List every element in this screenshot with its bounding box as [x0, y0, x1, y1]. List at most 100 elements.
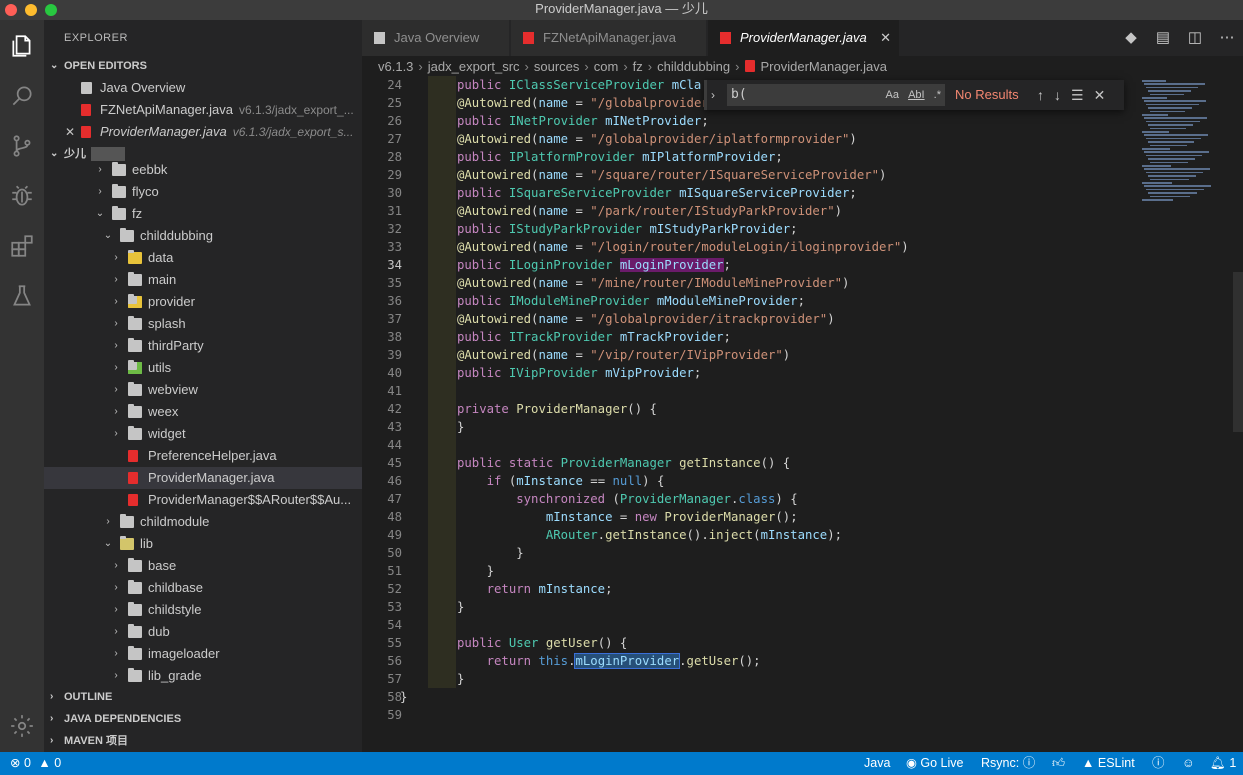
code-line: 50 }	[362, 544, 1132, 562]
search-icon[interactable]	[6, 80, 38, 112]
breadcrumb-segment[interactable]: fz	[633, 59, 643, 74]
folder-icon	[128, 668, 142, 682]
tree-file-item[interactable]: ProviderManager.java	[44, 467, 362, 489]
go-live-button[interactable]: ◉ Go Live	[906, 752, 964, 775]
indent-guide	[428, 670, 456, 688]
chevron-down-icon: ⌄	[103, 538, 113, 549]
regex-icon[interactable]: .*	[934, 89, 941, 101]
tree-folder-item[interactable]: ⌄ fz	[44, 203, 362, 225]
eslint-status[interactable]: ▲ ESLint	[1082, 752, 1135, 775]
tree-folder-item[interactable]: › widget	[44, 423, 362, 445]
tab-fznetapimanager[interactable]: FZNetApiManager.java	[511, 20, 707, 56]
open-preview-icon[interactable]: ▤	[1153, 28, 1173, 48]
tree-item-label: childmodule	[140, 514, 210, 529]
activity-bar	[0, 20, 44, 752]
minimap-line	[1144, 134, 1208, 136]
open-editor-label: Java Overview	[100, 80, 186, 95]
indent-guide	[428, 220, 456, 238]
notifications-button[interactable]: 🔔︎ 1	[1210, 752, 1236, 775]
chevron-right-icon: ›	[114, 296, 118, 307]
settings-gear-icon[interactable]	[6, 710, 38, 742]
line-number: 49	[387, 528, 402, 542]
problems-indicator[interactable]: ⊗ 0 ▲ 0	[10, 752, 61, 775]
test-flask-icon[interactable]	[6, 280, 38, 312]
tree-folder-item[interactable]: › flyco	[44, 181, 362, 203]
find-input[interactable]: b( Aa AbI .*	[727, 84, 945, 106]
tree-folder-item[interactable]: › base	[44, 555, 362, 577]
minimap-line	[1146, 171, 1203, 174]
tree-folder-item[interactable]: › dub	[44, 621, 362, 643]
breadcrumb-segment[interactable]: sources	[534, 59, 580, 74]
code-editor[interactable]: 24 public IClassServiceProvider mCla 25 @Au…	[362, 76, 1132, 752]
find-in-selection-icon[interactable]: ☰	[1071, 84, 1084, 106]
java-file-icon	[128, 450, 138, 462]
tree-folder-item[interactable]: › childmodule	[44, 511, 362, 533]
info-icon[interactable]: ⓘ	[1152, 752, 1165, 775]
maven-header[interactable]: › MAVEN 项目	[44, 730, 362, 752]
close-icon[interactable]: ✕	[880, 20, 891, 56]
tree-folder-item[interactable]: ⌄ lib	[44, 533, 362, 555]
smiley-icon[interactable]: ☺	[1182, 752, 1195, 775]
match-word-icon[interactable]: AbI	[908, 89, 925, 101]
outline-header[interactable]: › OUTLINE	[44, 686, 362, 708]
minimap[interactable]	[1134, 76, 1230, 206]
tree-folder-item[interactable]: › childstyle	[44, 599, 362, 621]
next-match-icon[interactable]: ↓	[1054, 84, 1061, 106]
language-mode[interactable]: Java	[864, 752, 890, 775]
tree-file-item[interactable]: PreferenceHelper.java	[44, 445, 362, 467]
maximize-window-button[interactable]	[45, 4, 57, 16]
open-editor-item[interactable]: FZNetApiManager.java v6.1.3/jadx_export_.…	[44, 99, 362, 121]
tree-folder-item[interactable]: › childbase	[44, 577, 362, 599]
tab-providermanager[interactable]: ProviderManager.java ✕	[708, 20, 900, 56]
indent-guide	[428, 346, 456, 364]
open-editor-item-active[interactable]: ✕ ProviderManager.java v6.1.3/jadx_export…	[44, 121, 362, 143]
line-number: 35	[387, 276, 402, 290]
breadcrumb-segment[interactable]: childdubbing	[657, 59, 730, 74]
tree-folder-item[interactable]: › utils	[44, 357, 362, 379]
feedback-icon[interactable]: 👍︎	[1052, 752, 1065, 775]
tree-folder-item[interactable]: › main	[44, 269, 362, 291]
breadcrumb-segment[interactable]: ProviderManager.java	[761, 59, 887, 74]
previous-match-icon[interactable]: ↑	[1037, 84, 1044, 106]
tab-java-overview[interactable]: Java Overview	[362, 20, 510, 56]
tree-file-item[interactable]: ProviderManager$$ARouter$$Au...	[44, 489, 362, 511]
window-title: ProviderManager.java — 少儿	[535, 1, 708, 16]
tree-folder-item[interactable]: › lib_grade	[44, 665, 362, 687]
indent-guide	[428, 94, 456, 112]
tree-folder-item[interactable]: › imageloader	[44, 643, 362, 665]
open-editor-item[interactable]: Java Overview	[44, 77, 362, 99]
extensions-icon[interactable]	[6, 230, 38, 262]
open-editor-path: v6.1.3/jadx_export_s...	[232, 125, 354, 139]
debug-icon[interactable]	[6, 180, 38, 212]
close-window-button[interactable]	[5, 4, 17, 16]
tree-folder-item[interactable]: › splash	[44, 313, 362, 335]
breadcrumb-segment[interactable]: v6.1.3	[378, 59, 413, 74]
java-dependencies-header[interactable]: › JAVA DEPENDENCIES	[44, 708, 362, 730]
vertical-scrollbar[interactable]	[1233, 272, 1243, 432]
open-editors-header[interactable]: ⌄ OPEN EDITORS	[44, 55, 362, 77]
breadcrumb-segment[interactable]: com	[594, 59, 619, 74]
close-icon[interactable]: ✕	[64, 121, 76, 143]
tree-folder-item[interactable]: › data	[44, 247, 362, 269]
split-editor-icon[interactable]: ◫	[1185, 28, 1205, 48]
source-control-icon[interactable]	[6, 130, 38, 162]
more-actions-icon[interactable]: ⋯	[1217, 28, 1237, 48]
toggle-replace-icon[interactable]: ›	[711, 84, 715, 106]
rsync-status[interactable]: Rsync: ⓘ	[981, 752, 1035, 775]
git-compare-icon[interactable]: ◆	[1121, 28, 1141, 48]
code-text: public User getUser() {	[457, 636, 628, 650]
minimize-window-button[interactable]	[25, 4, 37, 16]
tree-item-label: splash	[148, 316, 186, 331]
tree-folder-item[interactable]: › weex	[44, 401, 362, 423]
files-icon[interactable]	[6, 30, 38, 62]
breadcrumb-segment[interactable]: jadx_export_src	[428, 59, 520, 74]
match-case-icon[interactable]: Aa	[886, 89, 899, 101]
line-number: 28	[387, 150, 402, 164]
tree-folder-item[interactable]: › webview	[44, 379, 362, 401]
tree-folder-item[interactable]: › thirdParty	[44, 335, 362, 357]
tree-folder-item[interactable]: ⌄ childdubbing	[44, 225, 362, 247]
tree-folder-item[interactable]: › provider	[44, 291, 362, 313]
minimap-line	[1146, 120, 1200, 123]
tree-folder-item[interactable]: › eebbk	[44, 159, 362, 181]
close-icon[interactable]: ✕	[1094, 84, 1106, 106]
